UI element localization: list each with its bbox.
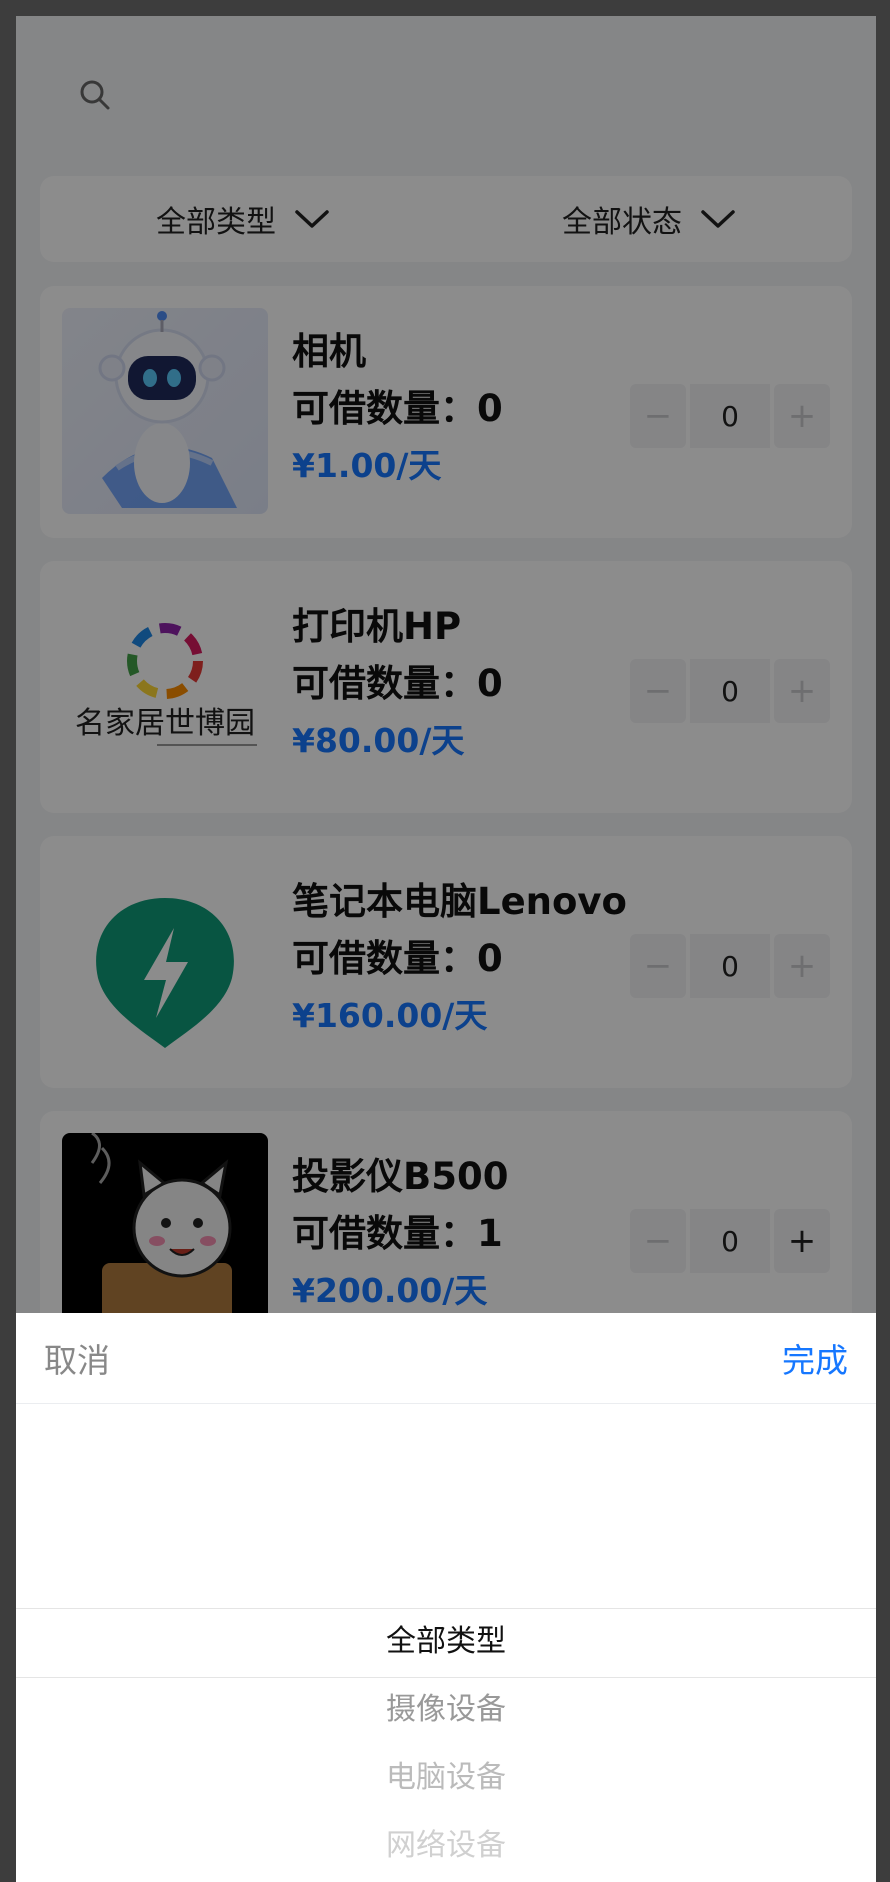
app-frame: 全部类型 全部状态 相机 可借数量：0 ¥1.00/天 − 0 + 名家居世博园… (16, 16, 876, 1882)
picker-option-selected[interactable]: 全部类型 (16, 1608, 876, 1676)
picker-option[interactable]: 摄像设备 (16, 1676, 876, 1744)
done-button[interactable]: 完成 (782, 1334, 848, 1382)
cancel-button[interactable]: 取消 (44, 1334, 110, 1382)
picker-column[interactable]: 全部类型 摄像设备 电脑设备 网络设备 (16, 1404, 876, 1882)
picker-option[interactable]: 网络设备 (16, 1812, 876, 1880)
picker-option[interactable]: 电脑设备 (16, 1744, 876, 1812)
picker-toolbar: 取消 完成 (16, 1313, 876, 1404)
type-picker-sheet: 取消 完成 全部类型 摄像设备 电脑设备 网络设备 (16, 1313, 876, 1882)
